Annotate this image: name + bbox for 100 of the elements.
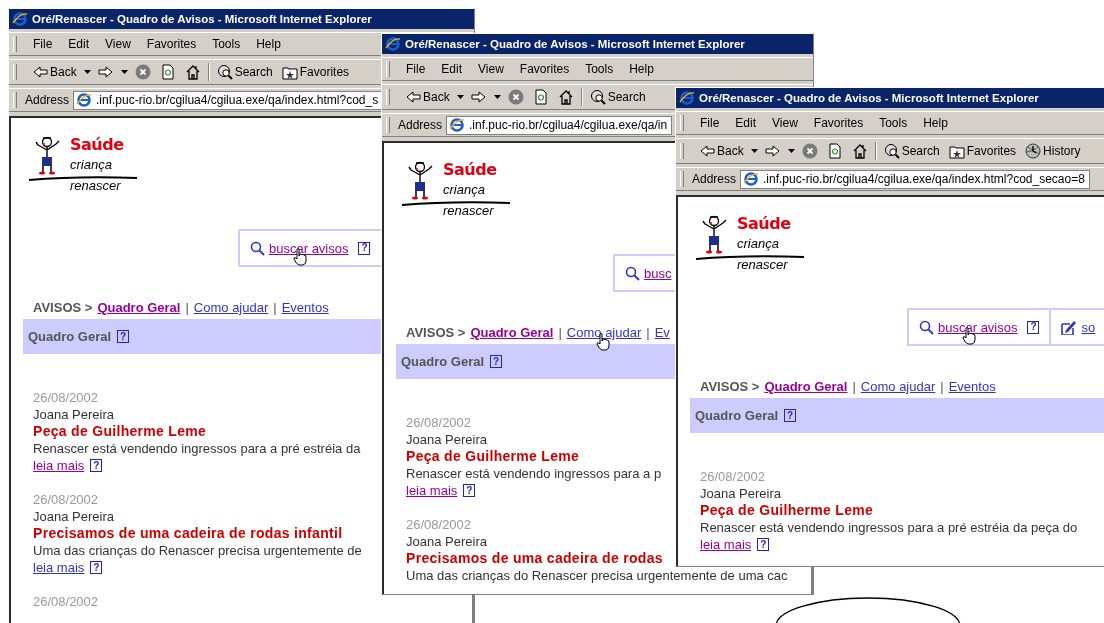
help-button[interactable]: ?: [757, 538, 770, 551]
back-button[interactable]: Back: [403, 90, 452, 104]
nav-link[interactable]: Como ajudar: [566, 325, 642, 340]
separator: |: [273, 300, 277, 315]
separator: |: [558, 325, 562, 340]
caret-icon[interactable]: [120, 70, 128, 74]
caret-icon[interactable]: [83, 70, 91, 74]
post-title: Precisamos de uma cadeira de rodas: [406, 550, 663, 567]
help-button[interactable]: ?: [490, 355, 503, 368]
link[interactable]: buscar avisos: [269, 240, 349, 256]
search-button[interactable]: Search: [881, 143, 942, 159]
menu-item[interactable]: Tools: [577, 62, 622, 76]
help-button[interactable]: ?: [90, 561, 103, 574]
nav-link[interactable]: Eventos: [281, 300, 329, 315]
nav-link[interactable]: Como ajudar: [193, 300, 269, 315]
nav-link[interactable]: Eventos: [948, 379, 996, 394]
menu-item[interactable]: View: [764, 116, 806, 130]
read-more-link[interactable]: leia mais: [33, 559, 85, 576]
section-title: Quadro Geral: [401, 354, 485, 369]
nav-link[interactable]: Como ajudar: [860, 379, 936, 394]
menu-item[interactable]: File: [398, 62, 434, 76]
read-more-link[interactable]: leia mais: [700, 536, 752, 553]
back-button[interactable]: Back: [30, 65, 79, 79]
post-title: Peça de Guilherme Leme: [700, 502, 874, 519]
menu-item[interactable]: Edit: [60, 37, 98, 51]
help-button[interactable]: ?: [784, 409, 797, 422]
address-field[interactable]: .inf.puc-rio.br/cgilua4/cgilua.exe/qa/in: [446, 115, 673, 135]
menu-item[interactable]: Help: [915, 116, 956, 130]
breadcrumb-label: AVISOS >: [700, 379, 760, 394]
search-icon: [589, 89, 606, 105]
logo-text: criança: [70, 157, 113, 174]
menu-item[interactable]: File: [692, 116, 728, 130]
history-button[interactable]: History: [1023, 143, 1083, 159]
separator: |: [852, 379, 856, 394]
post-author: Joana Pereira: [700, 485, 781, 502]
favorites-button[interactable]: Favorites: [946, 143, 1019, 159]
help-button[interactable]: ?: [1027, 320, 1040, 334]
magnifier-icon: [919, 319, 934, 335]
address-field[interactable]: .inf.puc-rio.br/cgilua4/cgilua.exe/qa/index.html?cod_s: [73, 90, 384, 110]
page-icon: [743, 171, 760, 187]
link[interactable]: so: [1081, 319, 1096, 335]
post-author: Joana Pereira: [406, 533, 487, 550]
refresh-page-icon: [826, 143, 843, 159]
window-title: Oré/Renascer - Quadro de Avisos - Microsoft Internet Explorer: [32, 13, 372, 25]
address-field[interactable]: .inf.puc-rio.br/cgilua4/cgilua.exe/qa/index.html?cod_secao=8: [740, 169, 1090, 189]
pencil-note-icon: [1061, 319, 1078, 335]
menu-item[interactable]: View: [97, 37, 139, 51]
menu-item[interactable]: Help: [248, 37, 289, 51]
menu-item[interactable]: Edit: [727, 116, 765, 130]
help-button[interactable]: ?: [117, 330, 130, 343]
window-title: Oré/Renascer - Quadro de Avisos - Microsoft Internet Explorer: [405, 38, 745, 50]
caret-icon[interactable]: [456, 95, 464, 99]
menu-item[interactable]: Favorites: [805, 116, 872, 130]
post-date: 26/08/2002: [406, 516, 472, 533]
search-button[interactable]: Search: [214, 64, 275, 80]
read-more-link[interactable]: leia mais: [33, 457, 85, 474]
logo-text: Saúde: [443, 161, 498, 181]
nav-link[interactable]: Quadro Geral: [97, 300, 181, 315]
help-button[interactable]: ?: [358, 241, 371, 255]
address-label: Address: [398, 118, 443, 132]
menu-item[interactable]: Favorites: [138, 37, 205, 51]
post-date: 26/08/2002: [33, 593, 99, 610]
post-date: 26/08/2002: [33, 389, 99, 406]
folder-star-icon: [281, 64, 298, 80]
home-icon: [184, 64, 201, 80]
separator: |: [940, 379, 944, 394]
logo-text: Saúde: [70, 136, 125, 156]
refresh-page-icon: [532, 89, 549, 105]
help-button[interactable]: ?: [463, 484, 476, 497]
post-summary: Uma das crianças do Renascer precisa urgentemente de: [33, 542, 362, 559]
back-button[interactable]: Back: [697, 144, 746, 158]
nav-link[interactable]: Ev: [654, 325, 670, 340]
search-button[interactable]: Search: [587, 89, 648, 105]
menu-item[interactable]: File: [25, 37, 61, 51]
post-title: Peça de Guilherme Leme: [406, 448, 580, 465]
menu-item[interactable]: Favorites: [511, 62, 578, 76]
help-button[interactable]: ?: [90, 459, 103, 472]
home-icon: [851, 143, 868, 159]
menu-item[interactable]: View: [470, 62, 512, 76]
nav-link[interactable]: Quadro Geral: [764, 379, 848, 394]
arrow-left-icon: [405, 90, 421, 104]
separator: |: [646, 325, 650, 340]
address-label: Address: [692, 172, 737, 186]
section-title: Quadro Geral: [695, 408, 779, 423]
menu-item[interactable]: Tools: [871, 116, 916, 130]
post-author: Joana Pereira: [406, 431, 487, 448]
post-author: Joana Pereira: [33, 406, 114, 423]
globe-clock-icon: [1025, 143, 1042, 159]
post-date: 26/08/2002: [700, 468, 766, 485]
nav-link[interactable]: Quadro Geral: [470, 325, 554, 340]
menu-item[interactable]: Edit: [433, 62, 471, 76]
link[interactable]: buscar avisos: [938, 319, 1018, 335]
caret-icon[interactable]: [750, 149, 758, 153]
read-more-link[interactable]: leia mais: [406, 482, 458, 499]
link[interactable]: busc: [644, 265, 672, 281]
menu-item[interactable]: Tools: [204, 37, 249, 51]
menu-item[interactable]: Help: [621, 62, 662, 76]
favorites-button[interactable]: Favorites: [279, 64, 352, 80]
caret-icon[interactable]: [493, 95, 501, 99]
caret-icon[interactable]: [787, 149, 795, 153]
